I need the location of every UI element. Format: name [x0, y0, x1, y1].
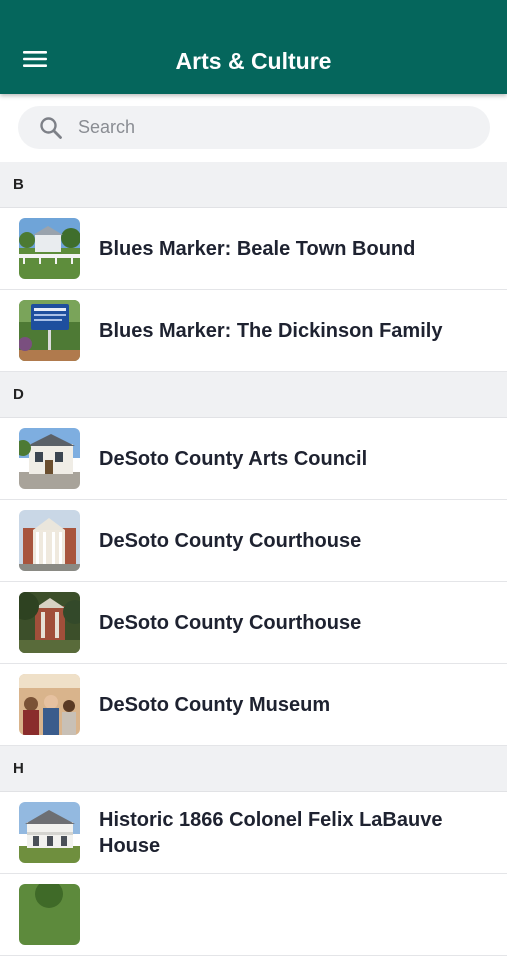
victorian-house-photo-thumbnail [19, 802, 80, 863]
marker-sign-photo-thumbnail [19, 300, 80, 361]
building-photo-thumbnail [19, 428, 80, 489]
list-item-label: Historic 1866 Colonel Felix LaBauve Hous… [99, 808, 443, 857]
list-item[interactable]: Historic 1866 Colonel Felix LaBauve Hous… [0, 792, 507, 874]
list-item-partial[interactable] [0, 874, 507, 956]
tree-photo-thumbnail [19, 884, 80, 945]
list-item[interactable]: DeSoto County Arts Council [0, 418, 507, 500]
courthouse-trees-photo-thumbnail [19, 592, 80, 653]
list-item[interactable]: DeSoto County Courthouse [0, 500, 507, 582]
list-item-label: Blues Marker: Beale Town Bound [99, 237, 416, 260]
place-list: B Blues Marker: Beale Town Bound Blues M… [0, 162, 507, 956]
list-item-label: DeSoto County Courthouse [99, 529, 362, 552]
courthouse-photo-thumbnail [19, 510, 80, 571]
list-item-label: DeSoto County Arts Council [99, 447, 368, 470]
house-photo-thumbnail [19, 218, 80, 279]
section-header-h: H [0, 746, 507, 792]
list-item-label: DeSoto County Museum [99, 693, 331, 716]
list-item-label: DeSoto County Courthouse [99, 611, 362, 634]
list-item[interactable]: DeSoto County Museum [0, 664, 507, 746]
museum-crowd-photo-thumbnail [19, 674, 80, 735]
section-header-d: D [0, 372, 507, 418]
list-item[interactable]: Blues Marker: The Dickinson Family [0, 290, 507, 372]
search-icon [40, 116, 62, 139]
page-title: Arts & Culture [175, 48, 332, 74]
section-header-b: B [0, 162, 507, 208]
app-bar: Arts & Culture [0, 0, 507, 94]
list-item[interactable]: DeSoto County Courthouse [0, 582, 507, 664]
search-input[interactable] [76, 111, 460, 144]
list-item-label: Blues Marker: The Dickinson Family [99, 319, 443, 342]
search-bar-container [0, 94, 507, 162]
list-item[interactable]: Blues Marker: Beale Town Bound [0, 208, 507, 290]
search-bar[interactable] [18, 106, 490, 149]
